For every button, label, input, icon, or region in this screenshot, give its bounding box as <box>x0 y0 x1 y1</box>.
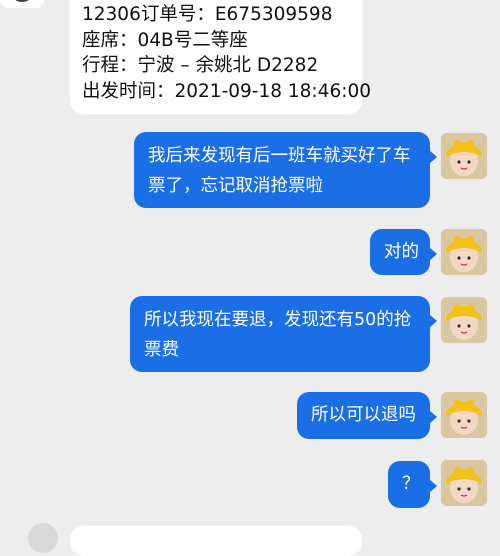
user-avatar[interactable] <box>441 229 487 275</box>
message-line: ？ <box>402 474 420 494</box>
incoming-message-bubble[interactable] <box>70 526 362 556</box>
message-line: 对的 <box>384 242 419 262</box>
user-avatar[interactable] <box>441 133 487 179</box>
agent-avatar-face <box>10 0 34 2</box>
outgoing-message-bubble[interactable]: ？ <box>388 461 437 508</box>
order-number-text: 12306订单号：E675309598 <box>82 4 333 25</box>
user-avatar[interactable] <box>441 297 487 343</box>
message-line: 票了，忘记取消抢票啦 <box>148 176 323 196</box>
user-avatar[interactable] <box>441 460 487 506</box>
outgoing-message-bubble[interactable]: 所以我现在要退，发现还有50的抢 票费 <box>130 296 437 372</box>
departure-time-text: 出发时间：2021-09-18 18:46:00 <box>82 81 371 102</box>
message-line: 我后来发现有后一班车就买好了车 <box>148 146 411 166</box>
yellow-hat-avatar-icon <box>441 133 487 179</box>
agent-avatar[interactable] <box>28 523 58 553</box>
message-line: 票费 <box>144 340 179 360</box>
message-line: 所以可以退吗 <box>311 405 416 425</box>
outgoing-message-bubble[interactable]: 我后来发现有后一班车就买好了车 票了，忘记取消抢票啦 <box>134 132 437 208</box>
yellow-hat-avatar-icon <box>441 297 487 343</box>
seat-text: 座席：04B号二等座 <box>82 30 248 51</box>
outgoing-message-bubble[interactable]: 对的 <box>370 229 437 275</box>
agent-avatar[interactable] <box>0 0 44 8</box>
order-info-card: 12306订单号：E675309598 座席：04B号二等座 行程：宁波 – 余… <box>70 0 371 114</box>
chat-window: 12306订单号：E675309598 座席：04B号二等座 行程：宁波 – 余… <box>0 0 500 556</box>
outgoing-message-bubble[interactable]: 所以可以退吗 <box>297 392 437 439</box>
user-avatar[interactable] <box>441 392 487 438</box>
yellow-hat-avatar-icon <box>441 392 487 438</box>
yellow-hat-avatar-icon <box>441 229 487 275</box>
yellow-hat-avatar-icon <box>441 460 487 506</box>
message-line: 所以我现在要退，发现还有50的抢 <box>144 310 412 330</box>
route-text: 行程：宁波 – 余姚北 D2282 <box>82 55 319 76</box>
